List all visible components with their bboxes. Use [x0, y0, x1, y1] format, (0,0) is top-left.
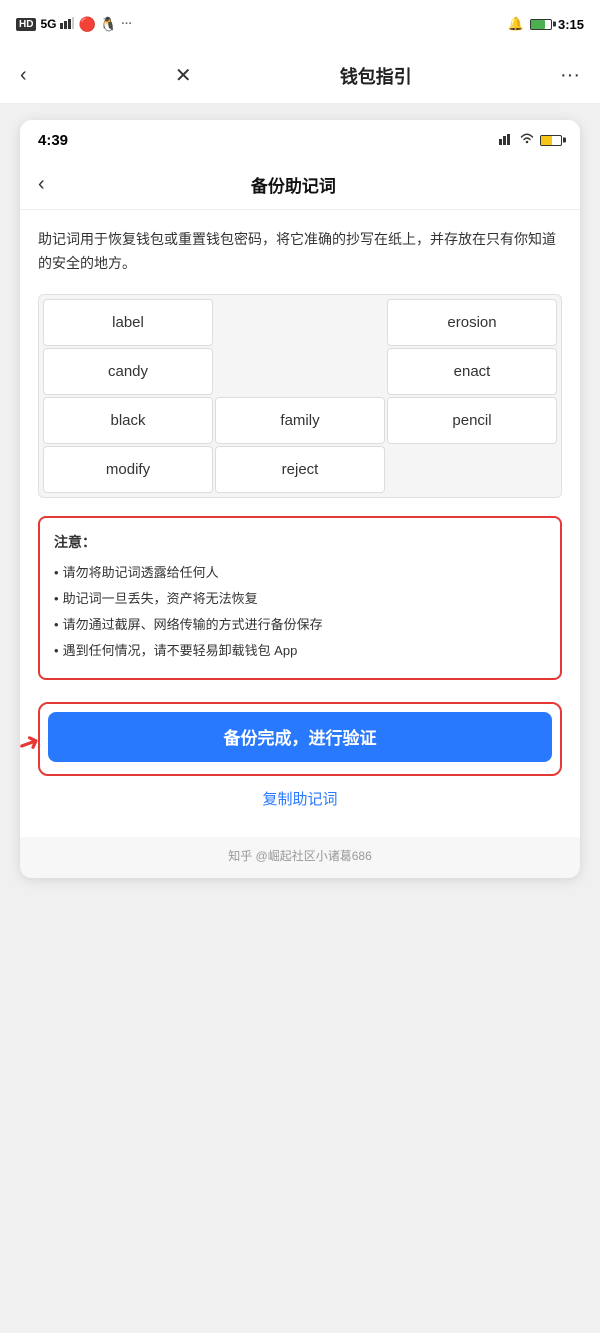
word-cell-4: candy [43, 348, 213, 395]
bullet-icon-2: • [54, 586, 59, 612]
copy-link[interactable]: 复制助记词 [38, 788, 562, 817]
outer-nav-bar: ‹ ✕ 钱包指引 ··· [0, 48, 600, 104]
word-cell-10: modify [43, 446, 213, 493]
word-cell-3: erosion [387, 299, 557, 346]
more-apps-icon: ··· [121, 18, 132, 30]
outer-battery-icon [530, 19, 552, 30]
outer-time: 3:15 [558, 17, 584, 32]
word-cell-1: label [43, 299, 213, 346]
signal-icon: 5G [40, 17, 56, 31]
inner-content: 助记词用于恢复钱包或重置钱包密码，将它准确的抄写在纸上，并存放在只有你知道的安全… [20, 210, 580, 837]
inner-battery-icon [540, 135, 562, 146]
inner-status-bar: 4:39 [20, 120, 580, 160]
outer-status-bar: HD 5G 🔴 🐧 ··· 🔔 3:15 [0, 0, 600, 48]
arrow-indicator: ➜ [20, 724, 44, 761]
footer-attribution: 知乎 @崛起社区小诸葛686 [20, 837, 580, 878]
button-area: ➜ 备份完成，进行验证 [38, 702, 562, 776]
mnemonic-grid: label erosion candy enact black family p… [38, 294, 562, 498]
word-cell-2 [215, 299, 385, 346]
inner-wifi-icon [519, 132, 535, 148]
warning-box: 注意： • 请勿将助记词透露给任何人 • 助记词一旦丢失，资产将无法恢复 • 请… [38, 516, 562, 680]
weibo-icon: 🔴 [78, 16, 95, 33]
word-cell-12 [387, 446, 557, 493]
inner-nav: ‹ 备份助记词 [20, 160, 580, 210]
confirm-button[interactable]: 备份完成，进行验证 [48, 712, 552, 762]
warning-item-1: • 请勿将助记词透露给任何人 [54, 560, 546, 586]
signal-bars-icon [60, 17, 74, 32]
inner-status-icons [499, 132, 562, 148]
outer-nav-title: 钱包指引 [340, 63, 412, 89]
outer-close-button[interactable]: ✕ [175, 63, 192, 88]
inner-page-title: 备份助记词 [57, 172, 530, 197]
word-cell-9: pencil [387, 397, 557, 444]
word-cell-5 [215, 348, 385, 395]
outer-status-left: HD 5G 🔴 🐧 ··· [16, 16, 132, 33]
word-cell-11: reject [215, 446, 385, 493]
outer-more-button[interactable]: ··· [560, 64, 580, 87]
hd-badge: HD [16, 18, 36, 31]
inner-back-button[interactable]: ‹ [38, 173, 45, 196]
bullet-icon-4: • [54, 638, 59, 664]
word-cell-6: enact [387, 348, 557, 395]
description-text: 助记词用于恢复钱包或重置钱包密码，将它准确的抄写在纸上，并存放在只有你知道的安全… [38, 228, 562, 276]
outer-back-button[interactable]: ‹ [20, 64, 27, 87]
warning-title: 注意： [54, 532, 546, 552]
word-cell-7: black [43, 397, 213, 444]
bullet-icon-3: • [54, 612, 59, 638]
inner-signal-icon [499, 132, 514, 148]
word-cell-8: family [215, 397, 385, 444]
bullet-icon-1: • [54, 560, 59, 586]
warning-item-4: • 遇到任何情况，请不要轻易卸载钱包 App [54, 638, 546, 664]
warning-item-2: • 助记词一旦丢失，资产将无法恢复 [54, 586, 546, 612]
phone-inner: 4:39 ‹ 备份助记词 助记词用于恢复钱包或重置钱包密码，将它准确的抄写在纸上… [20, 120, 580, 878]
inner-time: 4:39 [38, 132, 68, 149]
warning-item-3: • 请勿通过截屏、网络传输的方式进行备份保存 [54, 612, 546, 638]
bell-icon: 🔔 [508, 16, 524, 32]
qq-icon: 🐧 [100, 16, 117, 33]
outer-status-right: 🔔 3:15 [508, 16, 584, 32]
